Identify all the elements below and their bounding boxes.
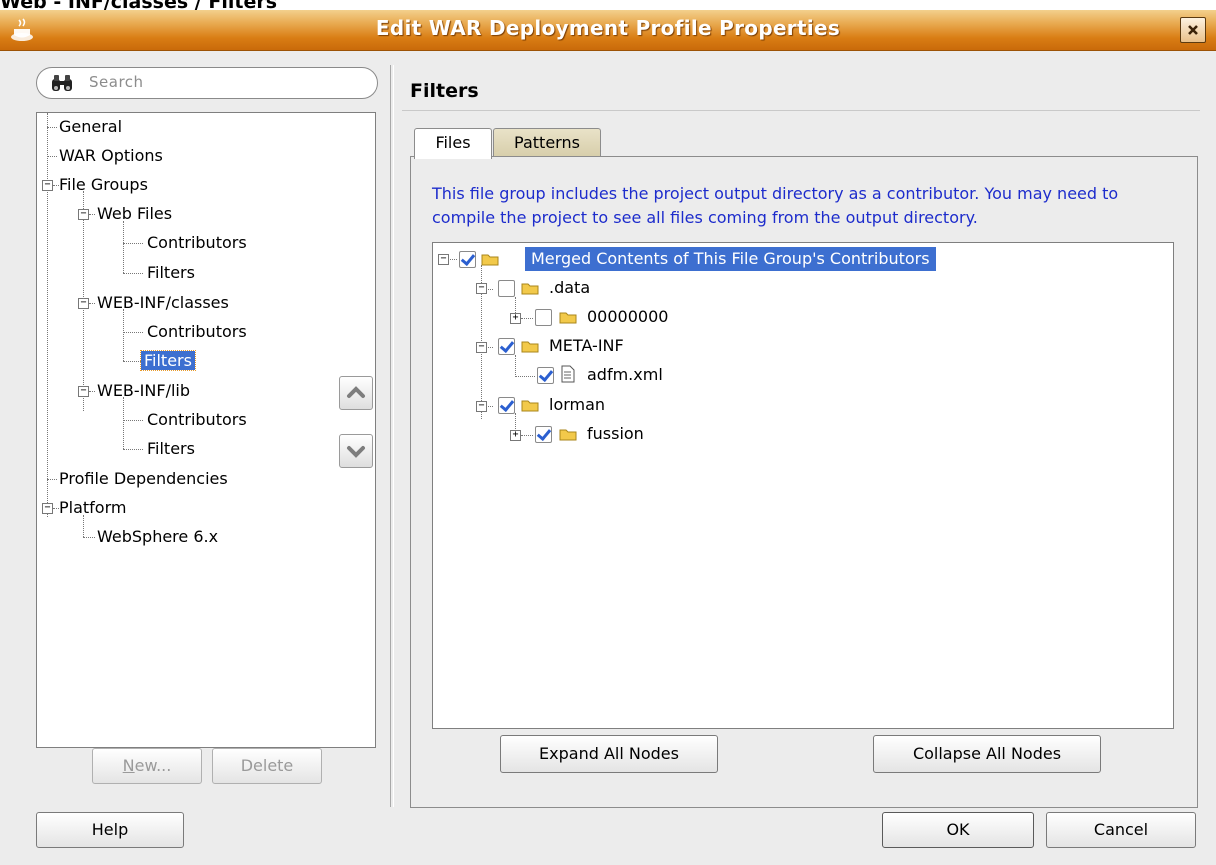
expand-icon[interactable]: +	[510, 430, 521, 441]
zeros-checkbox[interactable]	[535, 309, 552, 326]
tree-item-lorman[interactable]: lorman	[549, 393, 605, 417]
collapse-icon[interactable]: −	[78, 386, 89, 397]
dialog-window: Edit WAR Deployment Profile Properties S…	[0, 10, 1216, 865]
tree-item-fussion[interactable]: fussion	[587, 422, 644, 446]
files-tree[interactable]: − Merged Contents of This File Group's C…	[432, 242, 1174, 729]
tree-item-web-files-filters[interactable]: Filters	[147, 260, 195, 286]
tree-item-webinf-classes-filters[interactable]: Filters	[140, 348, 196, 374]
tree-item-web-files[interactable]: Web Files	[97, 201, 172, 227]
folder-icon	[521, 341, 539, 353]
collapse-icon[interactable]: −	[438, 254, 449, 265]
tree-item-general[interactable]: General	[59, 114, 122, 140]
help-label: Help	[91, 820, 129, 839]
title-bar[interactable]: Edit WAR Deployment Profile Properties	[0, 10, 1216, 51]
tree-item-webinf-lib-filters[interactable]: Filters	[147, 436, 195, 462]
folder-icon	[559, 312, 577, 324]
delete-button-label: Delete	[240, 756, 294, 775]
move-down-button[interactable]	[339, 434, 373, 468]
tree-item-file-groups[interactable]: File Groups	[59, 172, 148, 198]
collapse-icon[interactable]: −	[42, 503, 53, 514]
adfm-checkbox[interactable]	[537, 367, 554, 384]
title-separator	[402, 110, 1200, 111]
ok-button[interactable]: OK	[882, 812, 1034, 848]
close-icon	[1188, 25, 1198, 35]
tree-item-war-options[interactable]: WAR Options	[59, 143, 163, 169]
move-up-button[interactable]	[339, 376, 373, 410]
close-button[interactable]	[1180, 17, 1206, 43]
tree-item-profile-dependencies[interactable]: Profile Dependencies	[59, 466, 228, 492]
folder-icon	[521, 283, 539, 295]
folder-icon	[559, 429, 577, 441]
collapse-icon[interactable]: −	[476, 401, 487, 412]
tree-item-websphere[interactable]: WebSphere 6.x	[97, 524, 218, 550]
tree-item-webinf-classes[interactable]: WEB-INF/classes	[97, 290, 229, 316]
collapse-icon[interactable]: −	[78, 298, 89, 309]
panel-divider	[390, 65, 394, 807]
ok-label: OK	[946, 820, 970, 839]
root-checkbox[interactable]	[459, 251, 476, 268]
navigation-tree[interactable]: − − − − − General WAR Options File Group…	[36, 112, 376, 748]
search-placeholder: Search	[89, 73, 144, 91]
new-button-label: ew...	[134, 756, 172, 775]
tree-item-meta-inf[interactable]: META-INF	[549, 334, 624, 358]
new-button[interactable]: New...	[92, 748, 202, 784]
meta-inf-checkbox[interactable]	[498, 338, 515, 355]
tree-item-webinf-lib-contributors[interactable]: Contributors	[147, 407, 247, 433]
file-icon	[561, 365, 575, 383]
tree-item-adfm[interactable]: adfm.xml	[587, 363, 663, 387]
tree-item-webinf-classes-contributors[interactable]: Contributors	[147, 319, 247, 345]
expand-icon[interactable]: +	[510, 313, 521, 324]
info-message: This file group includes the project out…	[432, 184, 1119, 227]
collapse-icon[interactable]: −	[78, 209, 89, 220]
collapse-icon[interactable]: −	[476, 342, 487, 353]
cancel-button[interactable]: Cancel	[1046, 812, 1196, 848]
fussion-checkbox[interactable]	[535, 426, 552, 443]
chevron-down-icon	[347, 446, 365, 458]
help-button[interactable]: Help	[36, 812, 184, 848]
tree-item-platform[interactable]: Platform	[59, 495, 126, 521]
tab-files[interactable]: Files	[414, 128, 492, 159]
expand-all-button[interactable]: Expand All Nodes	[500, 735, 718, 773]
page-title: Filters	[410, 80, 479, 102]
tree-item-webinf-lib[interactable]: WEB-INF/lib	[97, 378, 190, 404]
tab-patterns[interactable]: Patterns	[493, 128, 601, 157]
tree-item-zeros[interactable]: 00000000	[587, 305, 668, 329]
collapse-all-label: Collapse All Nodes	[912, 744, 1062, 763]
data-checkbox[interactable]	[498, 280, 515, 297]
collapse-icon[interactable]: −	[476, 283, 487, 294]
tree-root-label[interactable]: Merged Contents of This File Group's Con…	[525, 247, 936, 271]
folder-icon	[481, 254, 499, 266]
tree-item-web-files-contributors[interactable]: Contributors	[147, 230, 247, 256]
search-field[interactable]: Search	[36, 67, 378, 99]
collapse-icon[interactable]: −	[42, 180, 53, 191]
tree-item-data[interactable]: .data	[549, 276, 590, 300]
window-title: Edit WAR Deployment Profile Properties	[375, 16, 841, 40]
chevron-up-icon	[347, 386, 365, 398]
folder-icon	[521, 400, 539, 412]
lorman-checkbox[interactable]	[498, 397, 515, 414]
collapse-all-button[interactable]: Collapse All Nodes	[873, 735, 1101, 773]
delete-button[interactable]: Delete	[212, 748, 322, 784]
binoculars-icon	[52, 75, 72, 91]
cancel-label: Cancel	[1093, 820, 1149, 839]
expand-all-label: Expand All Nodes	[539, 744, 679, 763]
